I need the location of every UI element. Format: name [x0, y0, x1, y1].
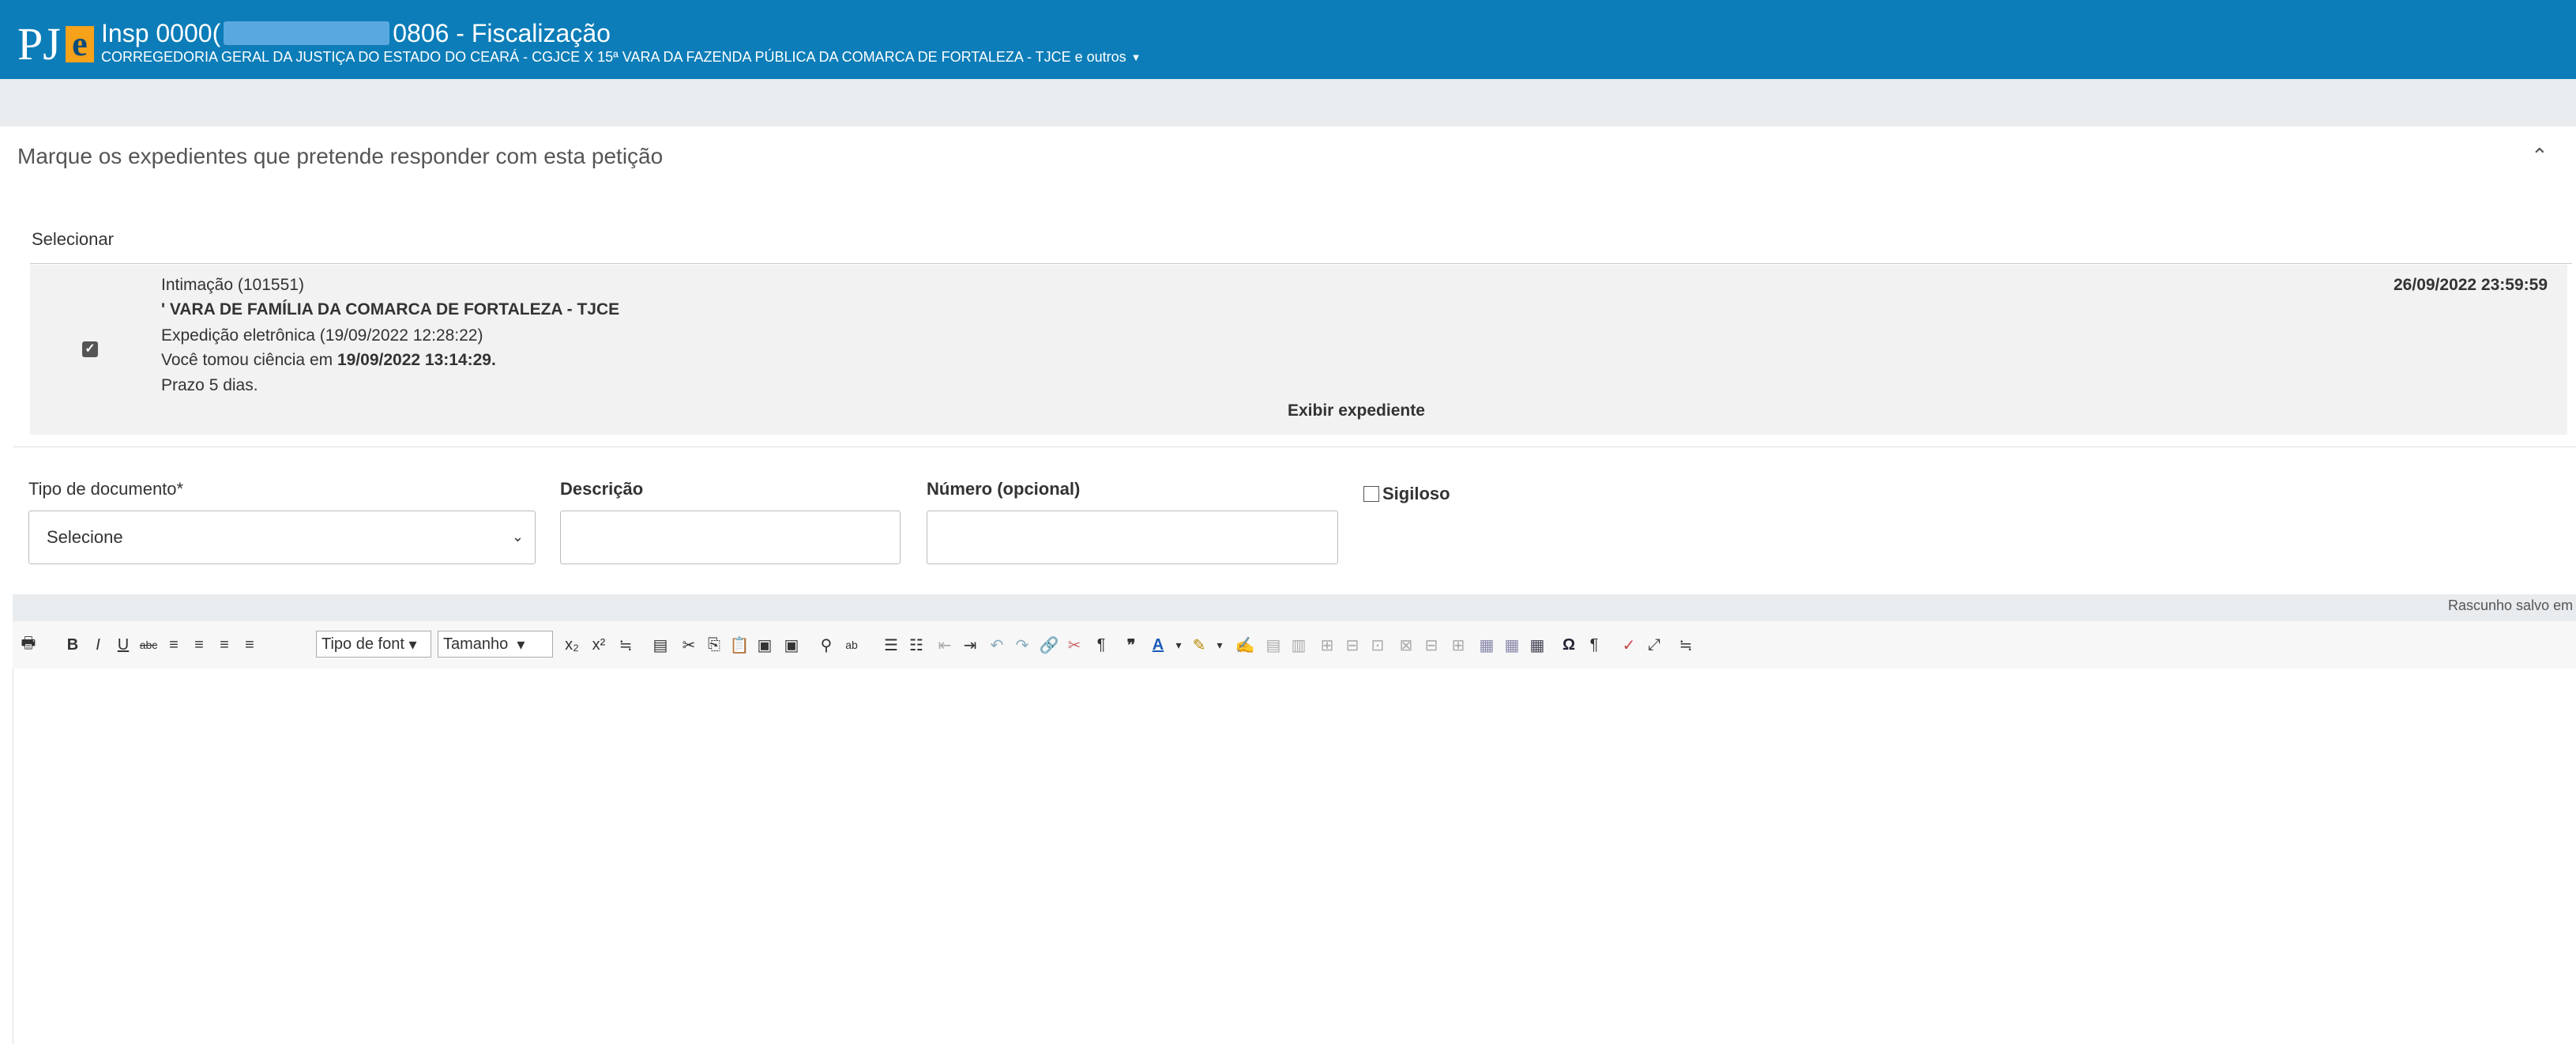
logo-e: e	[65, 26, 94, 62]
grid-icon[interactable]: ▦	[1525, 629, 1550, 661]
chevron-down-icon: ⌄	[511, 529, 524, 545]
copy-icon[interactable]: ⎘	[701, 629, 727, 661]
bullet-list-icon[interactable]: ☰	[878, 629, 904, 661]
numbered-list-icon[interactable]: ☷	[904, 629, 929, 661]
process-title: Insp 0000( 0806 - Fiscalização	[101, 16, 611, 51]
outdent-icon[interactable]: ⇤	[932, 629, 957, 661]
descricao-label: Descrição	[560, 479, 644, 499]
sigiloso-checkbox[interactable]: Sigiloso	[1363, 484, 1450, 504]
cell-split-icon[interactable]: ⊟	[1419, 629, 1444, 661]
chevron-down-icon[interactable]: ▾	[1207, 629, 1232, 661]
blockquote-icon[interactable]: ❞	[1119, 629, 1144, 661]
divider	[30, 263, 2572, 264]
logo-text: PJ	[17, 18, 61, 70]
cell-merge-icon[interactable]: ⊠	[1393, 629, 1419, 661]
source-icon[interactable]: ✍	[1232, 629, 1258, 661]
superscript-icon[interactable]: x²	[586, 629, 611, 661]
expedientes-title: Marque os expedientes que pretende respo…	[17, 144, 664, 168]
tipo-documento-select[interactable]: Selecione ⌄	[28, 511, 536, 564]
bold-icon[interactable]: B	[60, 629, 85, 661]
paste-icon[interactable]: 📋	[727, 629, 752, 661]
table-insert-icon[interactable]: ⊞	[1314, 629, 1340, 661]
ciencia-prefix: Você tomou ciência em	[161, 351, 337, 369]
underline-icon[interactable]: U	[111, 629, 136, 661]
expediente-expedicao: Expedição eletrônica (19/09/2022 12:28:2…	[161, 326, 483, 345]
format-block-icon[interactable]: ≒	[1673, 629, 1698, 661]
chevron-down-icon: ▼	[1130, 51, 1141, 63]
tipo-documento-label: Tipo de documento*	[28, 479, 184, 499]
numero-input[interactable]	[927, 511, 1338, 564]
strikethrough-icon[interactable]: abc	[136, 629, 161, 661]
font-family-value: Tipo de font	[322, 635, 404, 653]
redacted-area	[224, 21, 390, 45]
omega-icon[interactable]: Ω	[1556, 629, 1581, 661]
align-justify-icon[interactable]: ≡	[237, 629, 262, 661]
process-title-prefix: Insp 0000(	[101, 18, 221, 47]
table-split-icon[interactable]: ⊡	[1365, 629, 1390, 661]
pje-logo[interactable]: PJ e	[17, 16, 94, 73]
pilcrow-icon[interactable]: ¶	[1581, 629, 1607, 661]
exibir-expediente-link[interactable]: Exibir expediente	[1288, 401, 1425, 420]
table-icon[interactable]: ▦	[1474, 629, 1499, 661]
descricao-input[interactable]	[560, 511, 901, 564]
spellcheck-icon[interactable]: ✓	[1616, 629, 1641, 661]
pilcrow-block-icon[interactable]: ¶	[1089, 629, 1114, 661]
ciencia-data: 19/09/2022 13:14:29.	[337, 351, 496, 369]
numero-label: Número (opcional)	[927, 479, 1081, 499]
format-icon[interactable]: ≒	[613, 629, 638, 661]
cell-props-icon[interactable]: ⊞	[1446, 629, 1471, 661]
table-delete-icon[interactable]: ⊟	[1340, 629, 1365, 661]
subscript-icon[interactable]: x₂	[559, 629, 585, 661]
indent-icon[interactable]: ⇥	[957, 629, 983, 661]
fullscreen-icon[interactable]: ⤢	[1641, 629, 1667, 661]
font-size-select[interactable]: Tamanho ▾	[438, 631, 553, 658]
process-subtitle[interactable]: CORREGEDORIA GERAL DA JUSTIÇA DO ESTADO …	[101, 49, 1141, 66]
sigiloso-label: Sigiloso	[1382, 484, 1450, 503]
link-icon[interactable]: 🔗	[1036, 629, 1062, 661]
editor-content-area[interactable]	[13, 669, 2576, 1044]
rascunho-status: Rascunho salvo em	[2448, 597, 2574, 613]
paste-word-icon[interactable]: ▤	[648, 629, 673, 661]
table-props-icon[interactable]: ▦	[1499, 629, 1525, 661]
align-center-icon[interactable]: ≡	[186, 629, 212, 661]
expediente-ciencia: Você tomou ciência em 19/09/2022 13:14:2…	[161, 351, 496, 370]
selecionar-label: Selecionar	[32, 229, 114, 249]
expediente-orgao: ' VARA DE FAMÍLIA DA COMARCA DE FORTALEZ…	[161, 300, 620, 318]
expediente-checkbox[interactable]: ✓	[82, 341, 98, 357]
process-title-suffix: 0806 - Fiscalização	[393, 18, 611, 47]
expediente-data-limite: 26/09/2022 23:59:59	[2394, 276, 2548, 294]
find-icon[interactable]: ⚲	[814, 629, 839, 661]
font-family-select[interactable]: Tipo de font ▾	[316, 631, 431, 658]
editor-status-band	[13, 594, 2576, 621]
chevron-up-icon[interactable]: ⌃	[2531, 144, 2548, 168]
checkbox-icon	[1363, 486, 1379, 502]
italic-icon[interactable]: I	[85, 629, 111, 661]
process-parties: CORREGEDORIA GERAL DA JUSTIÇA DO ESTADO …	[101, 49, 1126, 65]
align-left-icon[interactable]: ≡	[161, 629, 186, 661]
expediente-tipo: Intimação (101551)	[161, 276, 304, 294]
replace-icon[interactable]: ab	[839, 629, 864, 661]
cut-icon[interactable]: ✂	[676, 629, 701, 661]
paste-word2-icon[interactable]: ▣	[779, 629, 804, 661]
table-row-icon[interactable]: ▤	[1261, 629, 1286, 661]
redo-icon[interactable]: ↷	[1010, 629, 1035, 661]
tipo-documento-value: Selecione	[47, 527, 123, 547]
spacer-band	[0, 79, 2576, 126]
print-icon[interactable]: 🖶	[16, 629, 41, 661]
align-right-icon[interactable]: ≡	[212, 629, 237, 661]
table-col-icon[interactable]: ▥	[1286, 629, 1311, 661]
unlink-icon[interactable]: ✂	[1062, 629, 1087, 661]
font-size-value: Tamanho	[443, 635, 509, 653]
undo-icon[interactable]: ↶	[984, 629, 1010, 661]
expediente-prazo: Prazo 5 dias.	[161, 376, 258, 394]
paste-text-icon[interactable]: ▣	[752, 629, 777, 661]
